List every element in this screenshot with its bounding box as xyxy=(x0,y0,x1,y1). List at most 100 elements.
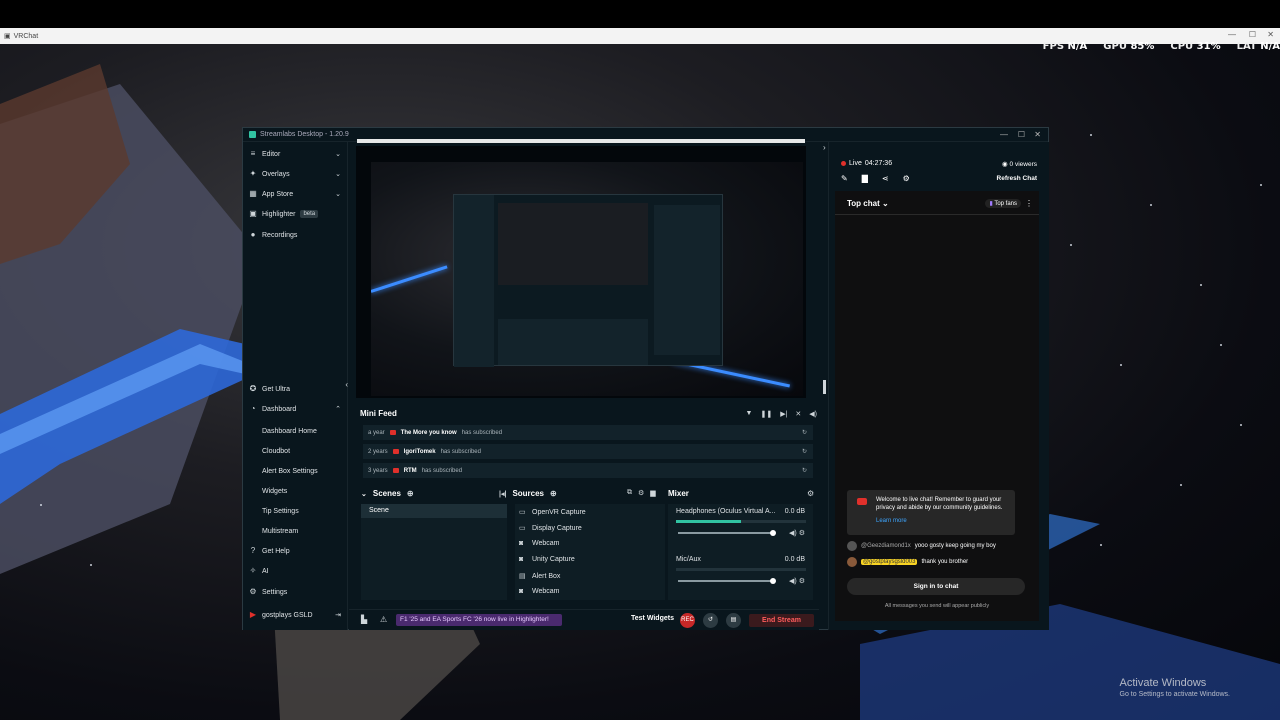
sidebar-item-get-help[interactable]: ? Get Help xyxy=(249,547,341,555)
source-item[interactable]: ◙ Webcam xyxy=(519,588,560,595)
volume-slider[interactable] xyxy=(678,530,776,536)
edit-icon[interactable]: ✎ xyxy=(841,174,848,183)
feed-action: has subscribed xyxy=(440,448,481,455)
settings-icon[interactable]: ⚙ xyxy=(638,489,644,497)
volume-slider[interactable] xyxy=(678,578,776,584)
replay-icon[interactable]: ↻ xyxy=(802,429,807,436)
speaker-icon[interactable]: ◀) xyxy=(789,578,797,585)
schedule-icon[interactable]: ▤ xyxy=(726,613,741,628)
refresh-chat-button[interactable]: Refresh Chat xyxy=(997,175,1037,182)
mini-feed-controls: ▼ ❚❚ ▶| ✕ ◀) xyxy=(746,410,817,418)
add-source-icon[interactable]: ⊕ xyxy=(550,489,557,498)
sidebar-item-label: App Store xyxy=(262,190,294,198)
maximize-icon[interactable]: ☐ xyxy=(1249,30,1256,39)
sidebar-item-recordings[interactable]: ● Recordings xyxy=(249,231,341,239)
test-widgets-button[interactable]: Test Widgets xyxy=(631,615,674,622)
sidebar-subitem-alert-box-settings[interactable]: Alert Box Settings xyxy=(262,468,318,475)
scene-item[interactable]: Scene xyxy=(361,504,507,518)
chevron-down-icon[interactable]: ⌄ xyxy=(361,490,367,498)
magic-icon: ✦ xyxy=(249,169,257,178)
volume-slider-knob[interactable] xyxy=(770,578,776,584)
sign-in-button[interactable]: Sign in to chat xyxy=(847,578,1025,595)
top-chat-dropdown[interactable]: Top chat ⌄ xyxy=(847,199,889,208)
add-scene-icon[interactable]: ⊕ xyxy=(407,489,414,498)
collapse-icon[interactable]: |◂| xyxy=(499,490,506,498)
minimize-icon[interactable]: — xyxy=(1228,30,1236,39)
chat-text: yooo gosty keep going my boy xyxy=(914,543,996,549)
scenes-header: ⌄ Scenes ⊕ xyxy=(361,489,414,498)
stream-preview[interactable] xyxy=(356,146,806,398)
close-icon[interactable]: ✕ xyxy=(1267,30,1274,39)
mute-alerts-icon[interactable]: ✕ xyxy=(795,410,801,418)
folder-icon[interactable]: ▆ xyxy=(650,489,655,497)
source-item[interactable]: ▭ OpenVR Capture xyxy=(519,508,586,517)
record-button[interactable]: REC xyxy=(680,613,695,628)
link-icon[interactable]: ⧉ xyxy=(627,489,632,497)
document-icon[interactable]: ▇ xyxy=(862,174,868,183)
gear-icon[interactable]: ⚙ xyxy=(799,530,805,537)
sidebar-item-overlays[interactable]: ✦ Overlays ⌄ xyxy=(249,169,341,179)
welcome-text: Welcome to live chat! Remember to guard … xyxy=(876,497,1003,511)
replay-icon[interactable]: ↻ xyxy=(802,467,807,474)
chat-toolbar: ✎ ▇ ⋖ ⚙ xyxy=(841,174,910,183)
share-icon[interactable]: ⋖ xyxy=(882,174,889,183)
learn-more-link[interactable]: Learn more xyxy=(876,518,907,524)
sidebar-subitem-widgets[interactable]: Widgets xyxy=(262,488,287,495)
alert-icon[interactable]: ⚠ xyxy=(380,615,387,624)
promo-banner[interactable]: F1 '25 and EA Sports FC '26 now live in … xyxy=(396,614,562,626)
sidebar-subitem-tip-settings[interactable]: Tip Settings xyxy=(262,508,299,515)
feed-action: has subscribed xyxy=(421,467,463,474)
close-icon[interactable]: ✕ xyxy=(1034,130,1041,139)
logout-icon[interactable]: ⇥ xyxy=(335,611,341,619)
replay-icon[interactable]: ↻ xyxy=(802,448,807,455)
stats-icon[interactable]: ▙ xyxy=(361,615,367,624)
avatar xyxy=(847,557,857,567)
filter-icon[interactable]: ▼ xyxy=(746,410,753,418)
source-item[interactable]: ◙ Webcam xyxy=(519,540,560,547)
gear-icon[interactable]: ⚙ xyxy=(903,174,910,183)
top-fans-button[interactable]: ▮ Top fans xyxy=(985,199,1021,208)
replay-buffer-icon[interactable]: ↺ xyxy=(703,613,718,628)
source-item[interactable]: ▭ Display Capture xyxy=(519,524,582,533)
sources-title: Sources xyxy=(512,489,545,498)
mixer-channel-name: Mic/Aux xyxy=(676,556,701,563)
mixer-title: Mixer xyxy=(668,489,689,498)
panel-resize-handle[interactable] xyxy=(823,380,826,394)
star xyxy=(90,564,92,566)
source-item[interactable]: ▤ Alert Box xyxy=(519,572,560,581)
volume-slider-knob[interactable] xyxy=(770,530,776,536)
sidebar-item-settings[interactable]: ⚙ Settings xyxy=(249,588,341,596)
minimize-icon[interactable]: — xyxy=(1000,130,1008,139)
sidebar-item-get-ultra[interactable]: ✪ Get Ultra xyxy=(249,385,341,393)
top-fans-label: Top fans xyxy=(994,201,1017,207)
speaker-icon[interactable]: ◀) xyxy=(789,530,797,537)
more-options-icon[interactable]: ⋮ xyxy=(1025,199,1033,208)
recordings-icon: ● xyxy=(250,230,256,239)
end-stream-button[interactable]: End Stream xyxy=(749,614,814,627)
sidebar-subitem-cloudbot[interactable]: Cloudbot xyxy=(262,448,290,455)
sidebar-subitem-multistream[interactable]: Multistream xyxy=(262,528,298,535)
mixer-settings-icon[interactable]: ⚙ xyxy=(807,489,814,498)
screen: ▣ VRChat — ☐ ✕ FPS N/A GPU 85% CPU 31% L… xyxy=(0,0,1280,720)
sidebar-item-highlighter[interactable]: ▣ Highlighter beta xyxy=(249,210,341,218)
youtube-icon xyxy=(392,449,399,454)
live-status: Live 04:27:36 xyxy=(841,160,892,167)
hud-fps: FPS N/A xyxy=(1042,41,1088,52)
nested-sidebar xyxy=(454,195,494,367)
fans-icon: ▮ xyxy=(989,201,993,207)
sidebar-item-app-store[interactable]: ▦ App Store ⌄ xyxy=(249,190,341,199)
sidebar-item-account[interactable]: ▶ gostplays GSLD ⇥ xyxy=(249,611,341,620)
sidebar-item-editor[interactable]: ≡ Editor ⌄ xyxy=(249,150,341,159)
live-timer: 04:27:36 xyxy=(864,160,893,167)
sidebar-item-dashboard[interactable]: ◔ Dashboard ⌃ xyxy=(249,405,341,414)
sidebar-item-ai[interactable]: ✧ AI xyxy=(249,567,341,575)
pause-icon[interactable]: ❚❚ xyxy=(760,410,772,418)
sidebar-subitem-dashboard-home[interactable]: Dashboard Home xyxy=(262,428,317,435)
source-item[interactable]: ◙ Unity Capture xyxy=(519,556,575,563)
maximize-icon[interactable]: ☐ xyxy=(1018,130,1025,139)
volume-icon[interactable]: ◀) xyxy=(809,410,817,418)
collapse-sidebar-icon[interactable]: ‹ xyxy=(345,380,348,389)
gear-icon[interactable]: ⚙ xyxy=(799,578,805,585)
skip-icon[interactable]: ▶| xyxy=(780,410,787,418)
expand-chat-icon[interactable]: › xyxy=(823,143,826,152)
